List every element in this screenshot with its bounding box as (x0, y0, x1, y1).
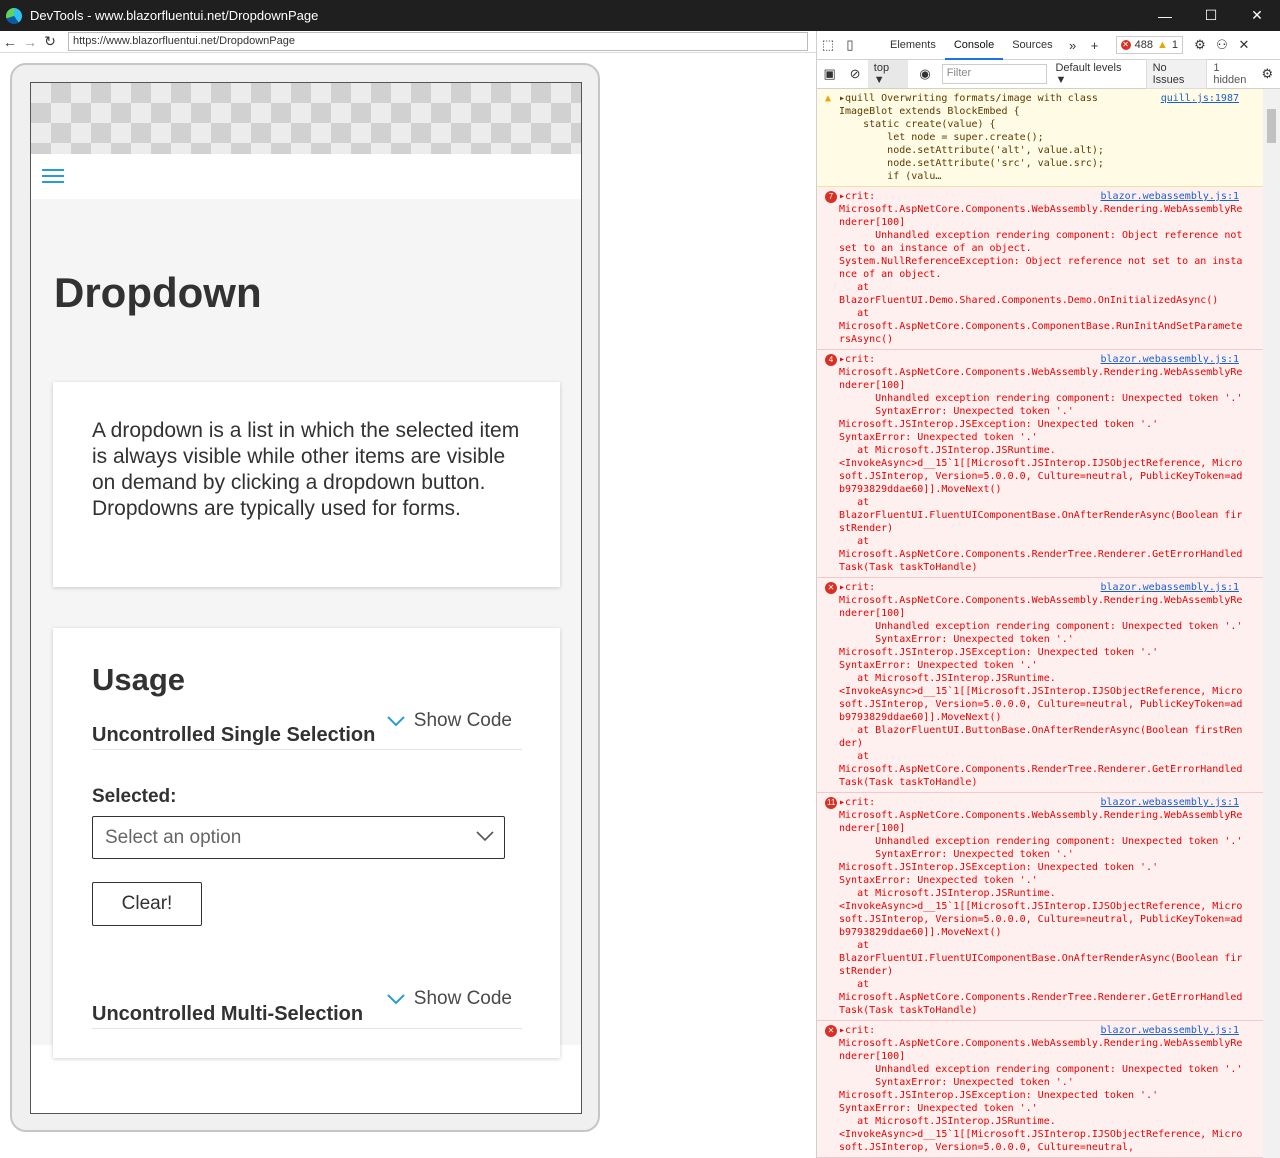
console-log: ▲ quill.js:1987 ▸quill Overwriting formats… (817, 89, 1263, 1158)
error-count-badge: 4 (825, 354, 837, 366)
source-link[interactable]: blazor.webassembly.js:1 (1101, 190, 1239, 203)
log-message: ▸crit: Microsoft.AspNetCore.Components.W… (839, 797, 1243, 1016)
back-arrow-icon[interactable]: ← (0, 34, 20, 50)
gear-icon[interactable]: ⚙ (1255, 66, 1280, 82)
tab-sources[interactable]: Sources (1003, 31, 1061, 60)
log-message: ▸quill Overwriting formats/image with cl… (839, 93, 1104, 182)
description-card: A dropdown is a list in which the select… (53, 382, 560, 587)
reload-icon[interactable]: ↻ (40, 33, 60, 50)
usage-card: Usage Uncontrolled Single Selection Show… (53, 628, 560, 1058)
issues-button[interactable]: No Issues (1145, 59, 1208, 89)
device-screen: Dropdown A dropdown is a list in which t… (30, 82, 582, 1114)
source-link[interactable]: blazor.webassembly.js:1 (1101, 581, 1239, 594)
filter-input[interactable]: Filter (941, 64, 1048, 84)
error-count: 488 (1134, 39, 1153, 51)
add-tab-icon[interactable]: + (1084, 38, 1106, 53)
show-code-label: Show Code (413, 710, 512, 731)
devtools-panel: ⬚ ▯ Elements Console Sources » + ✕ 488 ▲… (816, 31, 1280, 1158)
levels-dropdown[interactable]: Default levels ▼ (1055, 62, 1133, 86)
console-error-entry[interactable]: 4 blazor.webassembly.js:1 ▸crit: Microsoft… (817, 350, 1263, 578)
console-scrollbar[interactable] (1263, 89, 1280, 1158)
close-devtools-icon[interactable]: ✕ (1233, 37, 1255, 53)
window-titlebar: DevTools - www.blazorfluentui.net/Dropdo… (0, 0, 1280, 31)
maximize-button[interactable]: ☐ (1188, 0, 1234, 31)
edge-icon (6, 7, 22, 24)
url-field[interactable]: https://www.blazorfluentui.net/DropdownP… (68, 32, 808, 51)
chevron-down-icon (387, 716, 405, 727)
console-error-entry[interactable]: ✕ blazor.webassembly.js:1 ▸crit: Microsoft… (817, 1021, 1263, 1158)
window-controls: — ☐ ✕ (1142, 0, 1280, 31)
source-link[interactable]: blazor.webassembly.js:1 (1101, 796, 1239, 809)
tab-console[interactable]: Console (944, 31, 1004, 60)
more-tabs-icon[interactable]: » (1062, 38, 1084, 53)
show-code-button[interactable]: Show Code (386, 988, 512, 1010)
section-label: Uncontrolled Multi-Selection (92, 1003, 364, 1025)
log-message: ▸crit: Microsoft.AspNetCore.Components.W… (839, 582, 1243, 788)
minimize-button[interactable]: — (1142, 0, 1188, 31)
eye-icon[interactable]: ◉ (912, 66, 937, 82)
issue-counts[interactable]: ✕ 488 ▲ 1 (1115, 36, 1183, 54)
window-title: DevTools - www.blazorfluentui.net/Dropdo… (30, 8, 319, 23)
top-nav (31, 154, 581, 199)
console-error-entry[interactable]: ✕ blazor.webassembly.js:1 ▸crit: Microsoft… (817, 578, 1263, 793)
device-toggle-icon[interactable]: ▯ (839, 37, 861, 53)
hamburger-menu-icon[interactable] (42, 169, 64, 185)
section-label: Uncontrolled Single Selection (92, 724, 376, 746)
error-icon: ✕ (1120, 40, 1131, 50)
error-count-badge: 11 (825, 797, 838, 809)
source-link[interactable]: quill.js:1987 (1161, 92, 1239, 105)
console-error-entry[interactable]: 11 blazor.webassembly.js:1 ▸crit: Microsof… (817, 793, 1263, 1021)
page-body: Dropdown A dropdown is a list in which t… (31, 199, 581, 1058)
log-message: ▸crit: Microsoft.AspNetCore.Components.W… (839, 191, 1243, 345)
device-frame: Dropdown A dropdown is a list in which t… (10, 63, 600, 1132)
usage-title: Usage (92, 662, 186, 697)
transparent-checker-header (31, 83, 581, 154)
address-bar: ← → ↻ https://www.blazorfluentui.net/Dro… (0, 31, 816, 53)
error-icon: ✕ (825, 582, 837, 594)
show-code-label: Show Code (413, 988, 512, 1009)
select-dropdown[interactable]: Select an option (92, 816, 505, 859)
section-single-selection: Uncontrolled Single Selection Show Code (92, 710, 522, 750)
console-toolbar: ▣ ⊘ top ▼ ◉ Filter Default levels ▼ No I… (817, 59, 1280, 89)
dropdown-placeholder: Select an option (105, 827, 242, 848)
tab-elements[interactable]: Elements (881, 31, 945, 60)
hidden-count: 1 hidden (1213, 62, 1247, 86)
close-button[interactable]: ✕ (1234, 0, 1280, 31)
context-selector[interactable]: top ▼ (867, 60, 909, 88)
clear-button[interactable]: Clear! (92, 882, 202, 926)
console-error-entry[interactable]: 7 blazor.webassembly.js:1 ▸crit: Microsoft… (817, 187, 1263, 350)
log-message: ▸crit: Microsoft.AspNetCore.Components.W… (839, 354, 1243, 573)
forward-arrow-icon[interactable]: → (20, 34, 40, 50)
error-count-badge: 7 (825, 191, 837, 203)
warning-icon: ▲ (825, 93, 832, 104)
selected-label: Selected: (92, 786, 177, 807)
sidebar-toggle-icon[interactable]: ▣ (817, 66, 842, 82)
devtools-tabbar: ⬚ ▯ Elements Console Sources » + ✕ 488 ▲… (817, 31, 1280, 60)
chevron-down-icon (387, 994, 405, 1005)
inspect-icon[interactable]: ⬚ (817, 37, 839, 53)
customize-icon[interactable]: ⚇ (1211, 37, 1233, 53)
warning-count: 1 (1171, 39, 1178, 51)
log-message: ▸crit: Microsoft.AspNetCore.Components.W… (839, 1025, 1243, 1153)
clear-console-icon[interactable]: ⊘ (842, 66, 867, 82)
source-link[interactable]: blazor.webassembly.js:1 (1101, 353, 1239, 366)
error-icon: ✕ (825, 1025, 837, 1037)
scrollbar-thumb[interactable] (1267, 109, 1276, 143)
chevron-down-icon (476, 831, 494, 842)
device-emulation-area: Dropdown A dropdown is a list in which t… (0, 53, 816, 1158)
console-warning-entry[interactable]: ▲ quill.js:1987 ▸quill Overwriting formats… (817, 89, 1263, 187)
warning-icon: ▲ (1156, 39, 1168, 51)
show-code-button[interactable]: Show Code (386, 710, 512, 732)
page-title: Dropdown (54, 269, 262, 316)
source-link[interactable]: blazor.webassembly.js:1 (1101, 1024, 1239, 1037)
description-text: A dropdown is a list in which the select… (92, 419, 520, 520)
gear-icon[interactable]: ⚙ (1189, 37, 1211, 53)
section-multi-selection: Uncontrolled Multi-Selection Show Code (92, 988, 522, 1029)
